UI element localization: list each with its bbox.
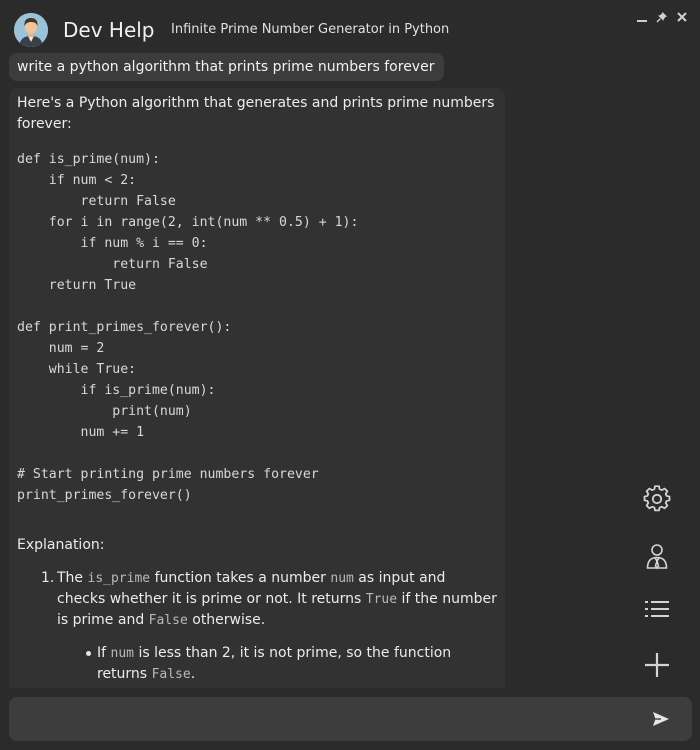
pin-icon [656, 12, 667, 23]
code-line: num += 1 [17, 425, 145, 440]
inline-code: False [148, 613, 188, 628]
code-line: return False [17, 194, 176, 209]
explanation-list: 1. The is_prime function takes a number n… [17, 568, 497, 685]
close-button[interactable] [676, 10, 688, 24]
inline-code: num [110, 646, 134, 661]
code-line: num = 2 [17, 341, 105, 356]
code-line: def is_prime(num): [17, 152, 160, 167]
gear-icon [643, 485, 671, 512]
explanation-title: Explanation: [17, 537, 105, 553]
code-line: print(num) [17, 404, 192, 419]
message-input[interactable] [19, 697, 633, 743]
code-line: def print_primes_forever(): [17, 320, 232, 335]
pin-button[interactable] [656, 10, 668, 24]
code-line: return False [17, 257, 208, 272]
code-line: if num < 2: [17, 173, 137, 188]
assistant-intro: Here's a Python algorithm that generates… [17, 95, 495, 132]
text-segment: is less than 2, it is not prime, so the … [97, 645, 452, 682]
minimize-icon [637, 20, 647, 22]
minimize-button[interactable] [636, 10, 648, 24]
window-controls [636, 10, 688, 24]
code-line: print_primes_forever() [17, 488, 192, 503]
code-line: # Start printing prime numbers forever [17, 467, 319, 482]
text-segment: The [57, 570, 88, 586]
message-input-bar [9, 697, 692, 743]
inline-code: False [151, 667, 191, 682]
agent-button[interactable] [640, 539, 674, 573]
new-chat-button[interactable] [640, 648, 674, 682]
header: Dev Help Infinite Prime Number Generator… [0, 0, 700, 52]
app-title: Dev Help [63, 18, 155, 42]
avatar [14, 13, 48, 47]
send-button[interactable] [650, 709, 672, 729]
text-segment: . [190, 666, 196, 682]
explanation-sub-item: If num is less than 2, it is not prime, … [17, 643, 497, 685]
close-icon [677, 12, 687, 22]
list-button[interactable] [640, 592, 674, 626]
text-segment: function takes a number [150, 570, 331, 586]
avatar-person-icon [14, 13, 48, 47]
code-line: return True [17, 278, 137, 293]
inline-code: is_prime [87, 571, 151, 586]
inline-code: num [330, 571, 354, 586]
user-message: write a python algorithm that prints pri… [9, 53, 445, 81]
settings-button[interactable] [640, 482, 674, 516]
code-line: while True: [17, 362, 137, 377]
code-line: if num % i == 0: [17, 236, 208, 251]
explanation-item: 1. The is_prime function takes a number n… [17, 568, 497, 631]
inline-code: True [365, 592, 398, 607]
bullet-icon [86, 651, 91, 656]
code-block: def is_prime(num): if num < 2: return Fa… [17, 149, 497, 506]
list-icon [645, 601, 669, 617]
send-icon [653, 712, 669, 726]
conversation-title: Infinite Prime Number Generator in Pytho… [171, 22, 450, 37]
code-line: if is_prime(num): [17, 383, 216, 398]
text-segment: If [97, 645, 111, 661]
text-segment: otherwise. [187, 612, 266, 628]
agent-icon [646, 544, 668, 570]
list-number: 1. [41, 570, 55, 586]
assistant-message: Here's a Python algorithm that generates… [9, 88, 505, 688]
plus-icon [645, 653, 669, 677]
code-line: for i in range(2, int(num ** 0.5) + 1): [17, 215, 359, 230]
dev-help-window: Dev Help Infinite Prime Number Generator… [0, 0, 700, 750]
